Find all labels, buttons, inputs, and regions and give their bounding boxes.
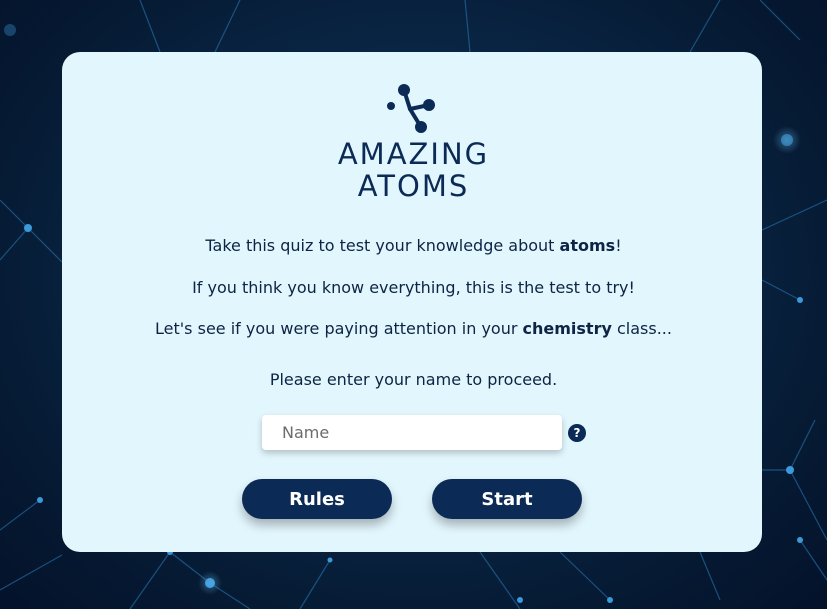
rules-button[interactable]: Rules <box>242 479 392 519</box>
intro-line-1-end: ! <box>615 236 622 255</box>
intro-keyword-chemistry: chemistry <box>522 319 612 338</box>
name-prompt: Please enter your name to proceed. <box>269 370 558 389</box>
question-circle-icon[interactable]: ? <box>568 424 586 442</box>
intro-line-1-start: Take this quiz to test your knowledge ab… <box>205 236 560 255</box>
logo-title-line2: ATOMS <box>357 168 470 204</box>
intro-line-1: Take this quiz to test your knowledge ab… <box>0 236 827 255</box>
logo-title-line1: AMAZING <box>337 136 490 172</box>
intro-line-3-start: Let's see if you were paying attention i… <box>155 319 523 338</box>
name-input[interactable] <box>262 415 562 450</box>
intro-line-3-end: class... <box>611 319 672 338</box>
intro-keyword-atoms: atoms <box>559 236 616 255</box>
start-button[interactable]: Start <box>432 479 582 519</box>
intro-line-2: If you think you know everything, this i… <box>192 278 635 297</box>
atom-molecule-icon <box>387 84 435 133</box>
intro-line-3: Let's see if you were paying attention i… <box>0 319 827 338</box>
